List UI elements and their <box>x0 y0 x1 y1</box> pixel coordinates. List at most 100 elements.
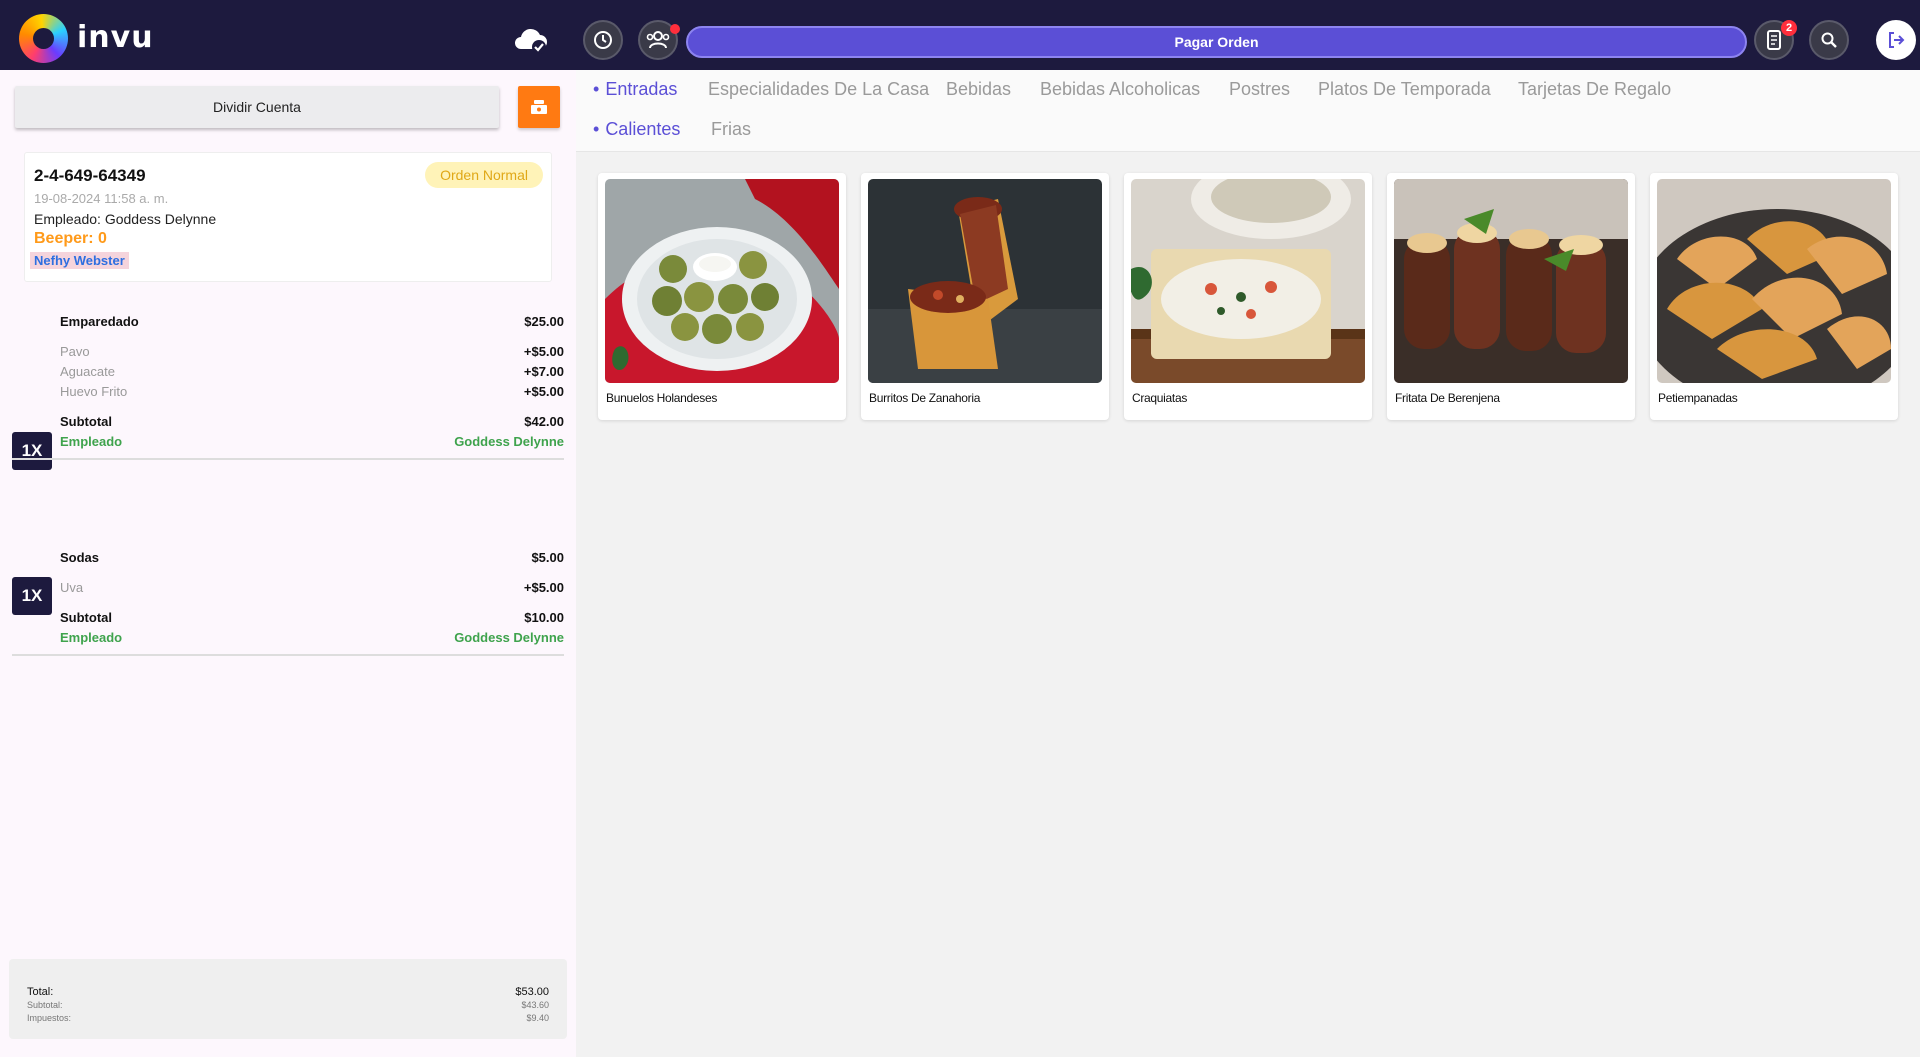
modifier-price: +$7.00 <box>523 364 564 379</box>
logout-button[interactable] <box>1876 20 1916 60</box>
tab-especialidades[interactable]: Especialidades De La Casa <box>708 79 929 100</box>
product-card[interactable]: Craquiatas <box>1124 173 1372 420</box>
product-card[interactable]: Fritata De Berenjena <box>1387 173 1635 420</box>
employee-label: Empleado: <box>34 211 101 227</box>
order-item[interactable]: 1X Emparedado $25.00 Pavo +$5.00 Aguacat… <box>12 314 564 474</box>
modifier-name: Aguacate <box>60 364 115 379</box>
tab-tarjetas-regalo[interactable]: Tarjetas De Regalo <box>1518 79 1671 100</box>
product-name: Craquiatas <box>1132 391 1188 405</box>
product-image <box>1131 179 1365 383</box>
orders-button[interactable]: 2 <box>1754 20 1797 60</box>
totals-box: Total: $53.00 Subtotal: $43.60 Impuestos… <box>9 959 567 1039</box>
item-header-row: Sodas $5.00 <box>60 550 564 565</box>
subtotal-value: $43.60 <box>521 1000 549 1010</box>
product-image <box>1394 179 1628 383</box>
logout-icon <box>1889 32 1905 48</box>
order-number: 2-4-649-64349 <box>34 166 146 185</box>
product-card[interactable]: Bunuelos Holandeses <box>598 173 846 420</box>
modifier-name: Pavo <box>60 344 90 359</box>
employee-row: Empleado Goddess Delynne <box>60 630 564 645</box>
item-divider <box>12 654 564 656</box>
subtotal-row: Subtotal $42.00 <box>60 414 564 429</box>
subtotal-label: Subtotal <box>60 610 112 625</box>
clock-icon <box>594 31 612 49</box>
product-name: Fritata De Berenjena <box>1395 391 1500 405</box>
order-type-badge[interactable]: Orden Normal <box>425 162 543 188</box>
product-card[interactable]: Petiempanadas <box>1650 173 1898 420</box>
brand-name: invu <box>77 20 154 55</box>
tab-entradas[interactable]: Entradas <box>593 79 677 100</box>
top-bar: invu Pagar Orden 2 <box>0 0 1920 70</box>
modifier-row: Aguacate +$7.00 <box>60 364 564 379</box>
employee-name: Goddess Delynne <box>454 630 564 645</box>
employee-name: Goddess Delynne <box>104 211 217 227</box>
tax-value: $9.40 <box>526 1013 549 1023</box>
category-bar: Entradas Especialidades De La Casa Bebid… <box>576 70 1920 152</box>
total-label: Total: <box>27 986 54 998</box>
product-card[interactable]: Burritos De Zanahoria <box>861 173 1109 420</box>
modifier-price: +$5.00 <box>523 580 564 595</box>
product-name: Burritos De Zanahoria <box>869 391 981 405</box>
cloud-check-icon[interactable] <box>512 25 548 55</box>
order-item[interactable]: 1X Sodas $5.00 Uva +$5.00 Subtotal $10.0… <box>12 480 564 656</box>
item-name: Sodas <box>60 550 100 565</box>
modifier-price: +$5.00 <box>523 384 564 399</box>
subtab-frias[interactable]: Frias <box>711 119 751 140</box>
employee-label: Empleado <box>60 434 123 449</box>
brand-logo-icon <box>19 14 68 63</box>
modifier-name: Huevo Frito <box>60 384 128 399</box>
subtotal-value: $42.00 <box>524 414 564 429</box>
subtotal-value: $10.00 <box>524 610 564 625</box>
employee-name: Goddess Delynne <box>454 434 564 449</box>
order-employee: Empleado: Goddess Delynne <box>34 211 216 227</box>
employee-row: Empleado Goddess Delynne <box>60 434 564 449</box>
cash-drawer-button[interactable] <box>518 86 560 128</box>
subtab-calientes[interactable]: Calientes <box>593 119 680 140</box>
modifier-name: Uva <box>60 580 84 595</box>
tax-row: Impuestos: $9.40 <box>27 1013 549 1023</box>
product-image <box>1657 179 1891 383</box>
item-price: $25.00 <box>524 314 564 329</box>
total-value: $53.00 <box>515 986 549 998</box>
order-info-card: 2-4-649-64349 Orden Normal 19-08-2024 11… <box>24 152 552 282</box>
users-icon <box>646 31 670 49</box>
item-quantity[interactable]: 1X <box>12 432 52 470</box>
orders-icon <box>1767 30 1781 50</box>
product-name: Petiempanadas <box>1658 391 1738 405</box>
pay-order-button[interactable]: Pagar Orden <box>686 26 1747 58</box>
subtotal-row: Subtotal: $43.60 <box>27 1000 549 1010</box>
tab-bebidas-alcoholicas[interactable]: Bebidas Alcoholicas <box>1040 79 1200 100</box>
item-divider <box>12 458 564 460</box>
beeper-number: Beeper: 0 <box>34 230 107 247</box>
client-name[interactable]: Nefhy Webster <box>30 252 129 269</box>
split-bill-button[interactable]: Dividir Cuenta <box>15 86 499 128</box>
tab-bebidas[interactable]: Bebidas <box>946 79 1011 100</box>
employee-label: Empleado <box>60 630 123 645</box>
subtotal-label: Subtotal <box>60 414 112 429</box>
modifier-row: Huevo Frito +$5.00 <box>60 384 564 399</box>
item-price: $5.00 <box>531 550 564 565</box>
tab-platos-temporada[interactable]: Platos De Temporada <box>1318 79 1491 100</box>
modifier-price: +$5.00 <box>523 344 564 359</box>
product-image <box>605 179 839 383</box>
order-panel: Dividir Cuenta 2-4-649-64349 Orden Norma… <box>0 70 576 1057</box>
item-quantity[interactable]: 1X <box>12 577 52 615</box>
modifier-row: Uva +$5.00 <box>60 580 564 595</box>
product-image <box>868 179 1102 383</box>
cash-register-icon <box>531 100 547 114</box>
customers-button[interactable] <box>638 20 680 60</box>
orders-badge: 2 <box>1781 20 1797 36</box>
notification-dot <box>670 24 680 34</box>
tab-postres[interactable]: Postres <box>1229 79 1290 100</box>
history-button[interactable] <box>583 20 623 60</box>
search-button[interactable] <box>1809 20 1849 60</box>
total-row: Total: $53.00 <box>27 986 549 998</box>
subtotal-label: Subtotal: <box>27 1000 63 1010</box>
modifier-row: Pavo +$5.00 <box>60 344 564 359</box>
subtotal-row: Subtotal $10.00 <box>60 610 564 625</box>
product-name: Bunuelos Holandeses <box>606 391 718 405</box>
search-icon <box>1821 32 1837 48</box>
item-header-row: Emparedado $25.00 <box>60 314 564 329</box>
tax-label: Impuestos: <box>27 1013 72 1023</box>
item-name: Emparedado <box>60 314 139 329</box>
